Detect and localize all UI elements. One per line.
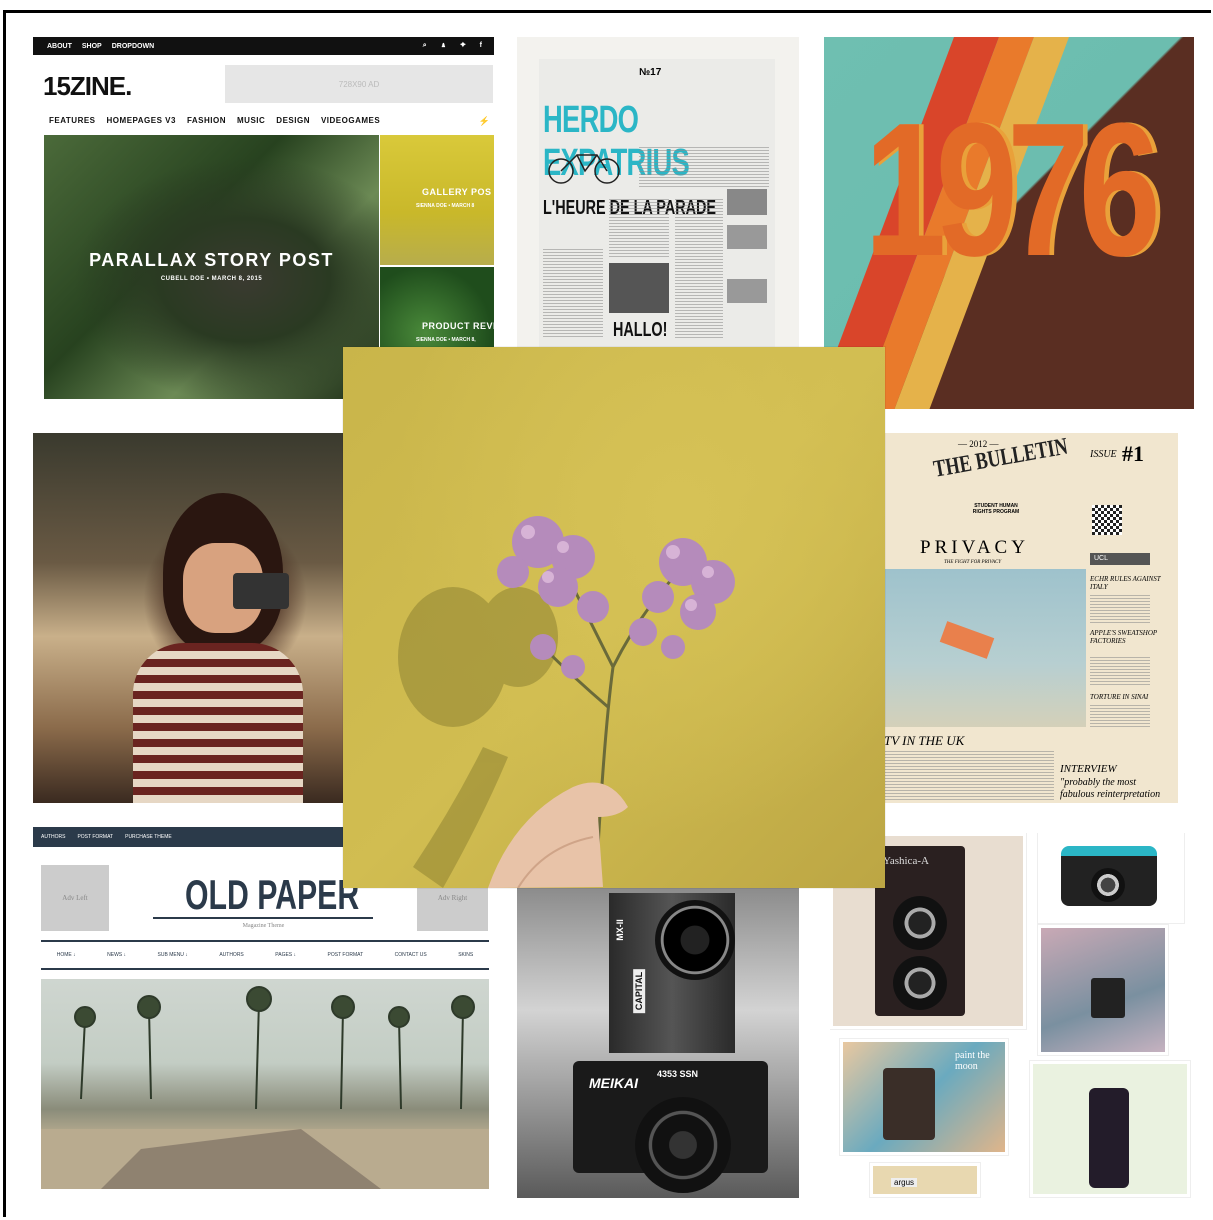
- zine-nav-item[interactable]: MUSIC: [237, 116, 265, 125]
- zine-side-post-1[interactable]: GALLERY POS SIENNA DOE • MARCH 8: [380, 135, 494, 265]
- zine-nav-item[interactable]: DESIGN: [276, 116, 310, 125]
- bulletin-side-item: ECHR RULES AGAINST ITALY: [1090, 575, 1161, 591]
- bulletin-subtitle: STUDENT HUMAN RIGHTS PROGRAM: [972, 503, 1020, 515]
- poster-year: 1976: [864, 84, 1161, 296]
- zine-ad-banner: 728X90 AD: [225, 65, 493, 103]
- diana-camera-photo: [1038, 833, 1184, 923]
- newspaper-tile: №17 HERDO EXPATRIUS L'HEURE DE LA PARADE…: [517, 37, 799, 347]
- tv-heading: TV IN THE UK: [884, 733, 965, 748]
- op-nav-item[interactable]: CONTACT US: [395, 952, 427, 958]
- op-nav-item[interactable]: PAGES ↓: [275, 952, 296, 958]
- op-nav-item[interactable]: HOME ↓: [57, 952, 76, 958]
- argus-photo: argus: [870, 1163, 980, 1197]
- camera-icon: [233, 573, 289, 609]
- ad-left: Adv Left: [41, 865, 109, 931]
- bicycle-icon: [548, 154, 620, 184]
- moon-caption: paint the moon: [955, 1050, 990, 1072]
- issue-number: №17: [639, 67, 662, 78]
- op-top-link[interactable]: AUTHORS: [41, 834, 65, 840]
- zine-top-link[interactable]: ABOUT: [47, 43, 72, 50]
- zine-nav-item[interactable]: HOMEPAGES V3: [107, 116, 176, 125]
- newspaper-page: №17 HERDO EXPATRIUS L'HEURE DE LA PARADE…: [539, 59, 775, 347]
- old-paper-nav: HOME ↓ NEWS ↓ SUB MENU ↓ AUTHORS PAGES ↓…: [41, 940, 489, 970]
- camera-model-top: MX-II: [614, 919, 625, 941]
- yashica-label: Yashica-A: [883, 855, 929, 867]
- old-paper-tagline: Magazine Theme: [242, 923, 285, 929]
- bulletin-newspaper-tile: — 2012 — THE BULLETIN STUDENT HUMAN RIGH…: [884, 433, 1178, 803]
- op-top-link[interactable]: POST FORMAT: [77, 834, 113, 840]
- op-nav-item[interactable]: POST FORMAT: [328, 952, 364, 958]
- bell-howell-photo: [1030, 1061, 1190, 1197]
- bulletin-issue-number: #1: [1122, 441, 1144, 466]
- camera-brand: MEIKAI: [589, 1075, 638, 1091]
- movie-camera-icon: [1089, 1088, 1129, 1188]
- zine-nav-item[interactable]: VIDEOGAMES: [321, 116, 380, 125]
- qr-code-icon: [1092, 505, 1122, 535]
- bulletin-side-item: TORTURE IN SINAI: [1090, 693, 1149, 701]
- op-nav-item[interactable]: NEWS ↓: [107, 952, 126, 958]
- zine-nav-item[interactable]: FEATURES: [49, 116, 96, 125]
- zine-top-link[interactable]: DROPDOWN: [112, 43, 154, 50]
- hero-title: PARALLAX STORY POST: [89, 250, 334, 270]
- hero-meta: CUBELL DOE • MARCH 8, 2015: [160, 276, 263, 282]
- vintage-camera-photo: MX-II CAPITAL MEIKAI 4353 SSN: [517, 885, 799, 1198]
- hallo-headline: HALLO!: [613, 319, 668, 341]
- op-nav-item[interactable]: SUB MENU ↓: [158, 952, 188, 958]
- zine-logo: 15ZINE.: [43, 71, 132, 101]
- privacy-subheading: THE FIGHT FOR PRIVACY: [944, 560, 1002, 565]
- bulletin-issue-label: ISSUE: [1090, 449, 1117, 460]
- bolt-icon[interactable]: ⚡: [479, 116, 490, 127]
- interview-heading: INTERVIEW: [1060, 763, 1117, 775]
- bulletin-photo: [884, 569, 1086, 727]
- bulletin-title: THE BULLETIN: [931, 433, 1070, 483]
- camera-model: 4353 SSN: [657, 1069, 699, 1079]
- camera-capital-label: CAPITAL: [633, 968, 646, 1014]
- main-lens-icon: [635, 1097, 731, 1193]
- zine-nav-item[interactable]: FASHION: [187, 116, 226, 125]
- lens-icon: [655, 900, 735, 980]
- skatepark-photo[interactable]: [41, 979, 489, 1189]
- ucl-badge: UCL: [1090, 553, 1150, 565]
- side-post-title: GALLERY POS: [422, 187, 492, 197]
- op-top-link[interactable]: PURCHASE THEME: [125, 834, 172, 840]
- side-post-meta: SIENNA DOE • MARCH 8,: [416, 337, 476, 343]
- interview-quote: "probably the most fabulous reinterpreta…: [1060, 777, 1161, 800]
- argus-label: argus: [891, 1178, 918, 1187]
- side-post-meta: SIENNA DOE • MARCH 8: [416, 203, 475, 209]
- zine-screenshot-tile: ABOUT SHOP DROPDOWN ⌕ ♟ ✦ f 15ZINE. 728X…: [33, 37, 494, 399]
- side-post-title: PRODUCT REVI: [422, 321, 494, 331]
- op-nav-item[interactable]: AUTHORS: [219, 952, 243, 958]
- privacy-heading: PRIVACY: [920, 537, 1029, 558]
- social-icons[interactable]: ⌕ ♟ ✦ f: [423, 42, 488, 50]
- paint-the-moon-photo: paint the moon: [840, 1039, 1008, 1155]
- lilac-hand-photo: [343, 347, 885, 888]
- bulletin-side-item: APPLE'S SWEATSHOP FACTORIES: [1090, 629, 1158, 645]
- op-nav-item[interactable]: SKINS: [458, 952, 473, 958]
- zine-hero-image[interactable]: PARALLAX STORY POST CUBELL DOE • MARCH 8…: [44, 135, 379, 399]
- zine-top-bar: ABOUT SHOP DROPDOWN ⌕ ♟ ✦ f: [33, 37, 494, 55]
- photographer-photo: [33, 433, 343, 803]
- old-paper-title: OLD PAPER: [185, 871, 360, 918]
- lilac-sprig-illustration: [398, 516, 735, 888]
- zine-top-link[interactable]: SHOP: [82, 43, 102, 50]
- woman-camera-photo: [1038, 925, 1168, 1055]
- parade-photo: [609, 263, 669, 313]
- zine-main-nav: FEATURES HOMEPAGES V3 FASHION MUSIC DESI…: [49, 116, 380, 125]
